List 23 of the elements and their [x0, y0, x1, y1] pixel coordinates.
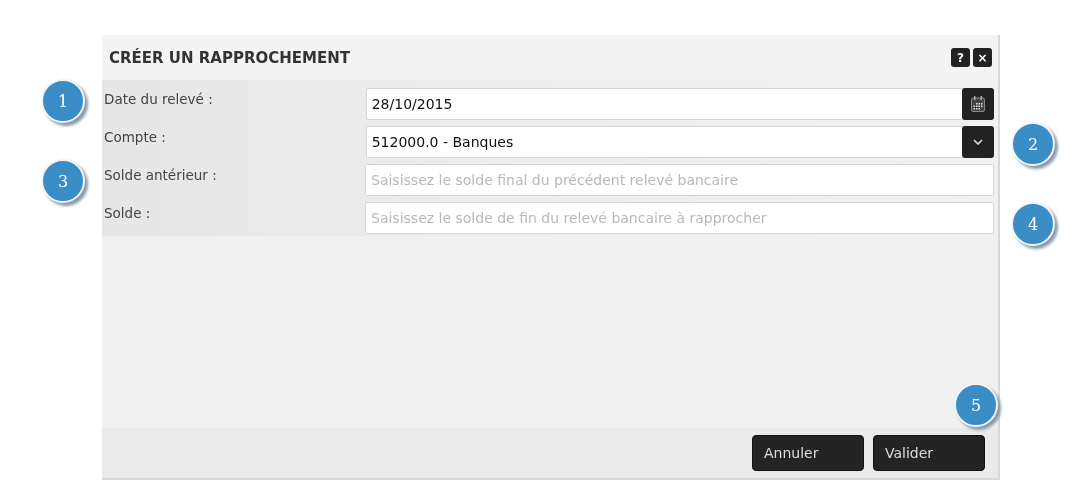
close-button[interactable]: × — [973, 48, 992, 67]
dropdown-value: 512000.0 - Banques — [370, 133, 515, 152]
calendar-icon — [971, 96, 985, 112]
chevron-down-icon — [973, 139, 983, 145]
input-field[interactable]: Saisissez le solde de fin du relevé bancaire à rapprocher — [365, 202, 994, 234]
dialog-button[interactable]: Annuler — [752, 435, 864, 471]
field-label: Date du relevé : — [104, 90, 214, 107]
step-number-badge: 3 — [41, 159, 85, 203]
help-button[interactable]: ? — [951, 48, 970, 67]
input-field[interactable]: Saisissez le solde final du précédent relevé bancaire — [365, 164, 994, 196]
step-number-badge: 4 — [1011, 202, 1055, 246]
calendar-button[interactable] — [962, 88, 994, 120]
field-label: Solde : — [104, 204, 152, 221]
account-dropdown[interactable]: 512000.0 - Banques — [365, 126, 994, 158]
dialog-button[interactable]: Valider — [873, 435, 985, 471]
step-number-badge: 2 — [1011, 122, 1055, 166]
date-field[interactable]: 28/10/2015 — [365, 88, 994, 120]
field-label: Solde antérieur : — [104, 166, 218, 183]
dropdown-button[interactable] — [962, 126, 994, 158]
field-label: Compte : — [104, 128, 167, 145]
dialog-title: CRÉER UN RAPPROCHEMENT — [109, 48, 350, 67]
date-value: 28/10/2015 — [370, 95, 454, 114]
step-number-badge: 1 — [41, 79, 85, 123]
